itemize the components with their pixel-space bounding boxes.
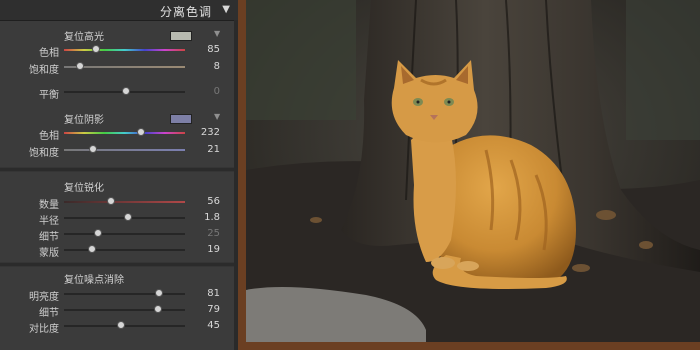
highlights-saturation-row: 饱和度 8 [0, 60, 234, 76]
sharpening-radius-row: 半径 1.8 [0, 211, 234, 227]
luminance-detail-label: 细节 [39, 308, 59, 319]
luminance-detail-value[interactable]: 79 [207, 304, 220, 315]
photo-preview[interactable] [246, 0, 700, 342]
highlights-hue-value[interactable]: 85 [207, 44, 220, 55]
luminance-thumb[interactable] [155, 289, 164, 297]
noise-reduction-reset-label[interactable]: 复位噪点消除 [64, 271, 124, 286]
shadows-picker-triangle-icon[interactable]: ▼ [214, 112, 220, 121]
luminance-value[interactable]: 81 [207, 288, 220, 299]
highlights-saturation-label: 饱和度 [29, 65, 59, 76]
highlights-hue-row: 色相 85 [0, 43, 234, 59]
highlights-saturation-thumb[interactable] [75, 62, 84, 70]
sharpening-detail-value[interactable]: 25 [207, 228, 220, 239]
shadows-color-swatch[interactable] [170, 114, 192, 124]
highlights-saturation-value[interactable]: 8 [214, 61, 220, 72]
sharpening-masking-label: 蒙版 [39, 248, 59, 259]
luminance-detail-row: 细节 79 [0, 303, 234, 319]
luminance-row: 明亮度 81 [0, 287, 234, 303]
shadows-hue-slider[interactable] [64, 132, 185, 134]
highlights-hue-label: 色相 [39, 48, 59, 59]
sharpening-masking-thumb[interactable] [87, 245, 96, 253]
highlights-hue-slider[interactable] [64, 49, 185, 51]
highlights-hue-thumb[interactable] [92, 45, 101, 53]
split-toning-section: 复位高光 ▼ 色相 85 饱和度 8 平衡 0 复位阴影 ▼ 色相 232 饱和… [0, 21, 234, 167]
balance-value[interactable]: 0 [214, 86, 220, 97]
section-divider [0, 168, 234, 171]
sharpening-masking-row: 蒙版 19 [0, 243, 234, 259]
shadows-saturation-value[interactable]: 21 [207, 144, 220, 155]
shadows-hue-row: 色相 232 [0, 126, 234, 142]
collapse-arrow-icon[interactable]: ▼ [222, 4, 230, 15]
panel-title: 分离色调 [159, 5, 212, 19]
sharpening-detail-thumb[interactable] [93, 229, 102, 237]
sharpening-detail-label: 细节 [39, 232, 59, 243]
sharpening-reset-label[interactable]: 复位锐化 [64, 179, 104, 194]
sharpening-radius-value[interactable]: 1.8 [204, 212, 220, 223]
balance-row: 平衡 0 [0, 85, 234, 101]
luminance-contrast-row: 对比度 45 [0, 319, 234, 335]
noise-reduction-section: 复位噪点消除 明亮度 81 细节 79 对比度 45 [0, 267, 234, 350]
balance-label: 平衡 [39, 90, 59, 101]
shadows-saturation-slider[interactable] [64, 149, 185, 151]
luminance-contrast-thumb[interactable] [116, 321, 125, 329]
balance-thumb[interactable] [121, 87, 130, 95]
highlights-picker-triangle-icon[interactable]: ▼ [214, 29, 220, 38]
sharpening-radius-label: 半径 [39, 216, 59, 227]
sharpening-amount-value[interactable]: 56 [207, 196, 220, 207]
luminance-contrast-label: 对比度 [29, 324, 59, 335]
cat-photo [246, 0, 700, 342]
shadows-saturation-thumb[interactable] [88, 145, 97, 153]
sharpening-radius-thumb[interactable] [123, 213, 132, 221]
highlights-color-swatch[interactable] [170, 31, 192, 41]
luminance-detail-slider[interactable] [64, 309, 185, 311]
sharpening-amount-label: 数量 [39, 200, 59, 211]
sharpening-masking-slider[interactable] [64, 249, 185, 251]
photo-preview-frame [238, 0, 700, 350]
section-divider [0, 263, 234, 266]
sharpening-amount-slider[interactable] [64, 201, 185, 203]
sharpening-amount-row: 数量 56 [0, 195, 234, 211]
shadows-saturation-label: 饱和度 [29, 148, 59, 159]
luminance-contrast-value[interactable]: 45 [207, 320, 220, 331]
sharpening-detail-slider[interactable] [64, 233, 185, 235]
luminance-label: 明亮度 [29, 292, 59, 303]
sharpening-amount-thumb[interactable] [106, 197, 115, 205]
luminance-slider[interactable] [64, 293, 185, 295]
sharpening-section: 复位锐化 数量 56 半径 1.8 细节 25 蒙版 19 [0, 172, 234, 262]
sharpening-masking-value[interactable]: 19 [207, 244, 220, 255]
shadows-saturation-row: 饱和度 21 [0, 143, 234, 159]
develop-panel: 分离色调 ▼ 复位高光 ▼ 色相 85 饱和度 8 平衡 0 复位阴影 ▼ 色相… [0, 0, 238, 350]
panel-header[interactable]: 分离色调 ▼ [0, 0, 238, 21]
sharpening-detail-row: 细节 25 [0, 227, 234, 243]
highlights-reset-label[interactable]: 复位高光 [64, 28, 104, 43]
shadows-reset-label[interactable]: 复位阴影 [64, 111, 104, 126]
shadows-hue-thumb[interactable] [137, 128, 146, 136]
shadows-hue-value[interactable]: 232 [201, 127, 220, 138]
shadows-hue-label: 色相 [39, 131, 59, 142]
luminance-detail-thumb[interactable] [154, 305, 163, 313]
